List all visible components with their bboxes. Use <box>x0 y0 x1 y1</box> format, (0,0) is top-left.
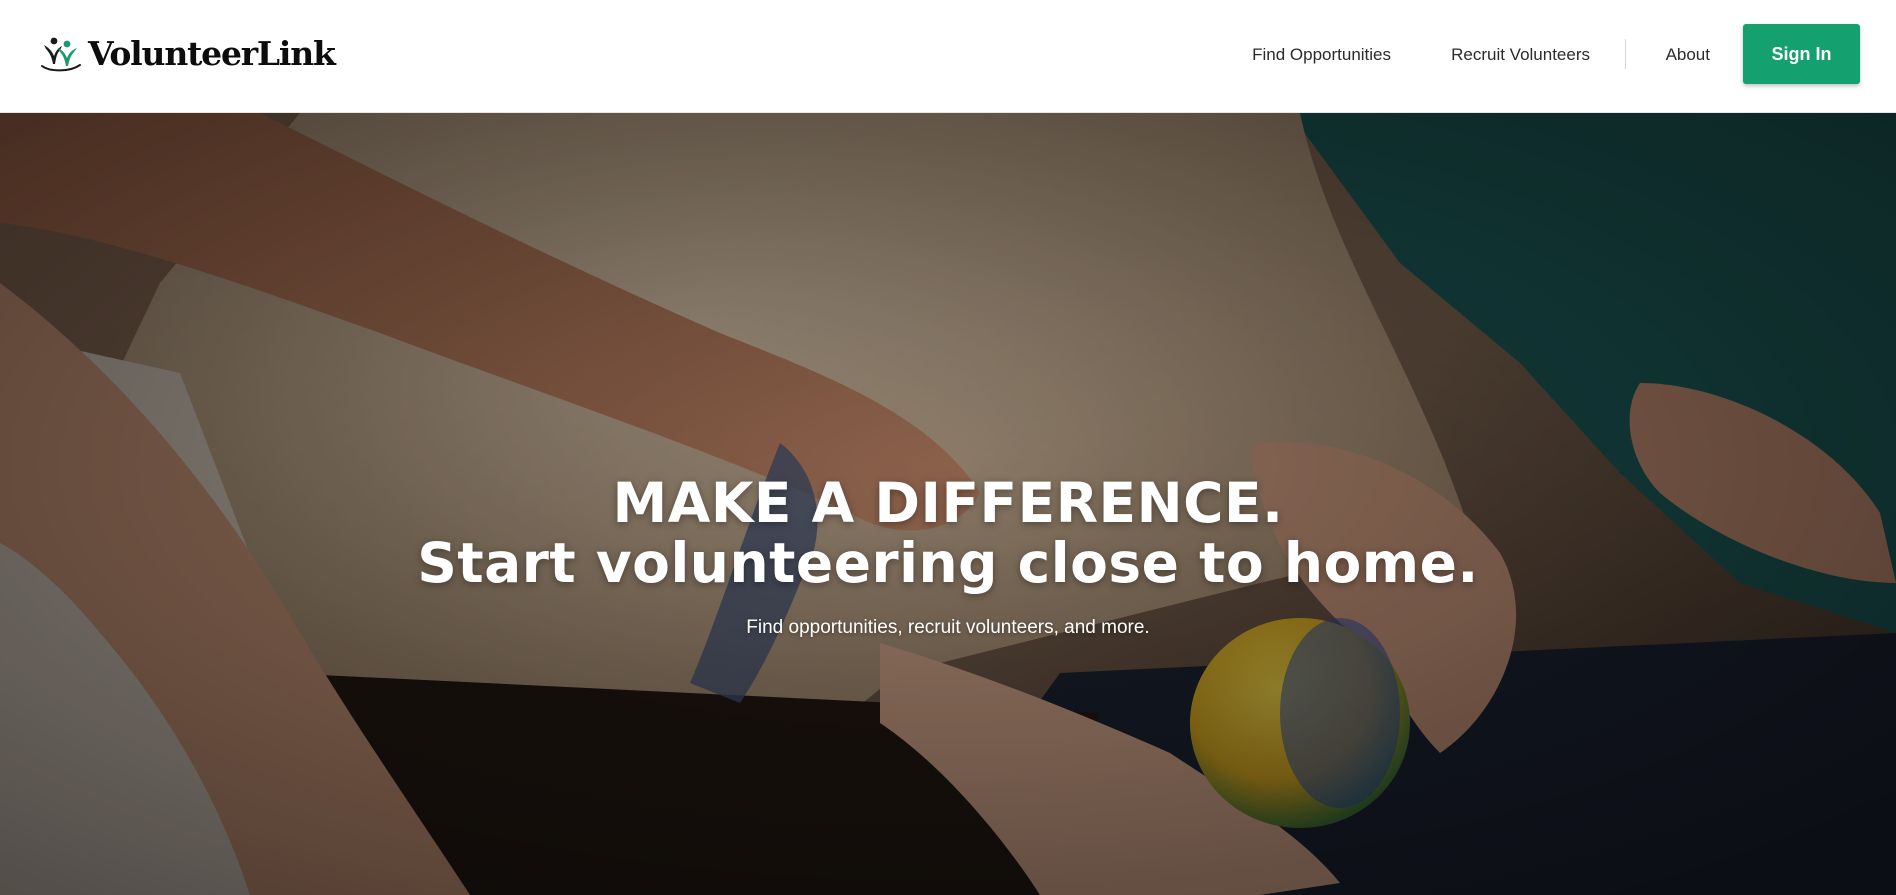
site-header: VolunteerLink Find Opportunities Recruit… <box>0 0 1896 113</box>
volunteer-people-icon <box>41 37 81 72</box>
nav-find-opportunities[interactable]: Find Opportunities <box>1252 0 1391 113</box>
nav-recruit-volunteers[interactable]: Recruit Volunteers <box>1451 0 1590 113</box>
headline-line-2: Start volunteering close to home. <box>417 531 1479 595</box>
sign-in-button[interactable]: Sign In <box>1743 24 1860 84</box>
hero-headline: MAKE A DIFFERENCE. Start volunteering cl… <box>0 473 1896 593</box>
brand-logo[interactable]: VolunteerLink <box>40 34 336 74</box>
hero-content: MAKE A DIFFERENCE. Start volunteering cl… <box>0 473 1896 639</box>
headline-line-1: MAKE A DIFFERENCE. <box>612 471 1284 535</box>
hero-subheadline: Find opportunities, recruit volunteers, … <box>746 617 1150 638</box>
brand-name: VolunteerLink <box>88 34 336 73</box>
hero-banner: MAKE A DIFFERENCE. Start volunteering cl… <box>0 113 1896 895</box>
nav-about[interactable]: About <box>1666 0 1710 113</box>
nav-divider <box>1625 39 1626 69</box>
